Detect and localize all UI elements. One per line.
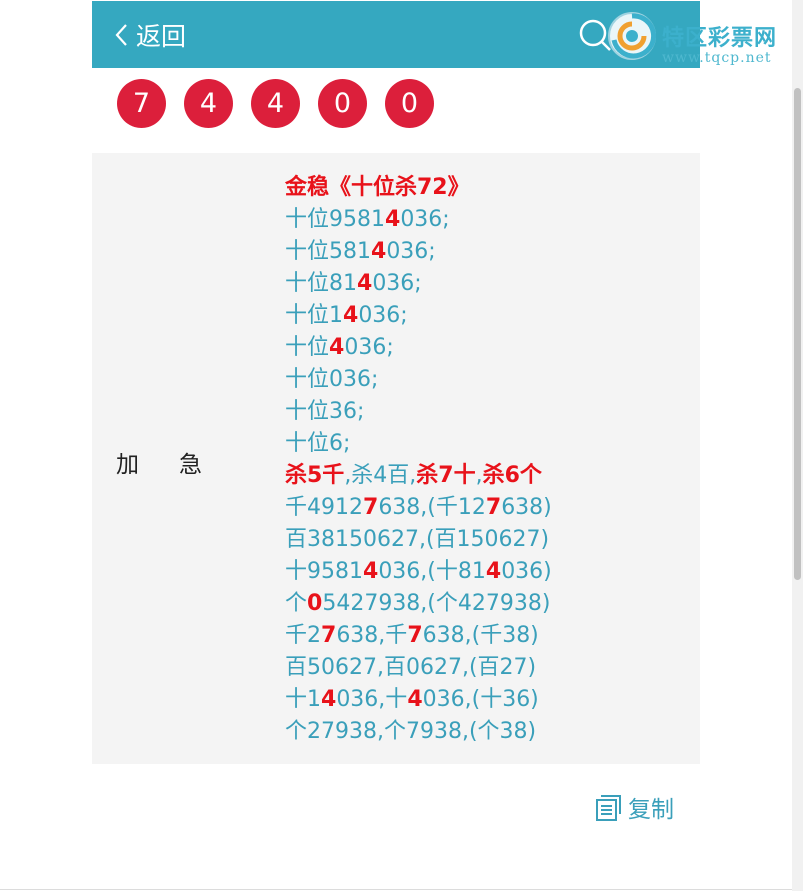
prediction-line: 十95814036,(十814036) xyxy=(285,556,552,588)
line-text: 百38150627,(百150627) xyxy=(285,527,550,552)
prediction-line: 杀5千,杀4百,杀7十,杀6个 xyxy=(285,460,552,492)
prediction-line: 个05427938,(个427938) xyxy=(285,588,552,620)
prediction-line: 十位036; xyxy=(285,364,552,396)
copy-button[interactable]: 复制 xyxy=(594,790,674,824)
highlight-text: 7 xyxy=(485,495,502,520)
line-text: 036) xyxy=(501,559,552,584)
line-text: 千2 xyxy=(285,623,321,648)
prediction-line: 千27638,千7638,(千38) xyxy=(285,620,552,652)
prediction-line: 百50627,百0627,(百27) xyxy=(285,652,552,684)
prediction-line: 十位5814036; xyxy=(285,236,552,268)
line-text: 个27938,个7938,(个38) xyxy=(285,719,537,744)
highlight-text: 金稳《十位杀72》 xyxy=(285,175,470,200)
prediction-line: 十位4036; xyxy=(285,332,552,364)
line-text: 十位 xyxy=(285,335,330,360)
highlight-text: 4 xyxy=(485,559,502,584)
highlight-text: 0 xyxy=(307,591,323,616)
highlight-text: 4 xyxy=(357,271,373,296)
lottery-ball: 4 xyxy=(184,79,233,128)
prediction-line: 十位814036; xyxy=(285,268,552,300)
highlight-text: 7 xyxy=(363,495,379,520)
lottery-balls: 74400 xyxy=(117,79,452,128)
line-text: 036; xyxy=(400,207,450,232)
line-text: 036; xyxy=(386,239,436,264)
prediction-line: 十位6; xyxy=(285,428,552,460)
line-text: 5427938,(个427938) xyxy=(322,591,551,616)
line-text: 036,十 xyxy=(336,687,408,712)
highlight-text: 杀5千 xyxy=(285,463,345,488)
line-text: 十位6; xyxy=(285,431,351,456)
highlight-text: 4 xyxy=(321,687,337,712)
line-text: 036,(十36) xyxy=(422,687,539,712)
scrollbar[interactable] xyxy=(792,0,803,891)
watermark-title: 特区彩票网 xyxy=(662,26,778,51)
highlight-text: 7 xyxy=(407,623,423,648)
highlight-text: 7 xyxy=(321,623,337,648)
content-box: 加急 金稳《十位杀72》 十位95814036; 十位5814036; 十位81403… xyxy=(92,153,700,764)
highlight-text: 4 xyxy=(343,303,359,328)
scrollbar-thumb[interactable] xyxy=(794,88,801,580)
line-text: 十位36; xyxy=(285,399,365,424)
highlight-text: 4 xyxy=(329,335,345,360)
back-label: 返回 xyxy=(136,22,187,51)
line-text: 十位036; xyxy=(285,367,379,392)
line-text: 千4912 xyxy=(285,495,363,520)
watermark: 特区彩票网 www.tqcp.net xyxy=(600,6,803,70)
lottery-ball: 4 xyxy=(251,79,300,128)
watermark-logo-icon xyxy=(608,12,657,60)
line-text: 638) xyxy=(501,495,552,520)
line-text: 036; xyxy=(358,303,408,328)
back-button[interactable]: 返回 xyxy=(114,17,186,53)
prediction-line: 十位36; xyxy=(285,396,552,428)
line-text: 638,千 xyxy=(336,623,408,648)
copy-label: 复制 xyxy=(628,797,674,823)
highlight-text: 4 xyxy=(385,207,401,232)
line-text: 十位1 xyxy=(285,303,343,328)
line-text: 十1 xyxy=(285,687,321,712)
prediction-line: 千49127638,(千127638) xyxy=(285,492,552,524)
watermark-url: www.tqcp.net xyxy=(662,50,772,66)
highlight-text: 杀6个 xyxy=(482,463,542,488)
lottery-ball: 0 xyxy=(318,79,367,128)
line-text: ,杀4百, xyxy=(344,463,417,488)
copy-icon xyxy=(596,795,621,821)
prediction-line: 百38150627,(百150627) xyxy=(285,524,552,556)
line-text: 十位581 xyxy=(285,239,371,264)
prediction-line: 金稳《十位杀72》 xyxy=(285,172,552,204)
line-text: 036; xyxy=(344,335,394,360)
urgent-label: 加急 xyxy=(116,452,242,478)
line-text: 十位81 xyxy=(285,271,357,296)
line-text: 638,(千12 xyxy=(378,495,486,520)
lottery-ball: 7 xyxy=(117,79,166,128)
line-text: 十位9581 xyxy=(285,207,385,232)
prediction-line: 十位95814036; xyxy=(285,204,552,236)
line-text: 百50627,百0627,(百27) xyxy=(285,655,537,680)
chevron-left-icon xyxy=(115,24,127,46)
highlight-text: 4 xyxy=(363,559,379,584)
line-text: 638,(千38) xyxy=(422,623,539,648)
line-text: 036,(十81 xyxy=(378,559,486,584)
highlight-text: 4 xyxy=(407,687,423,712)
line-text: 036; xyxy=(372,271,422,296)
line-text: 十9581 xyxy=(285,559,363,584)
prediction-lines: 金稳《十位杀72》 十位95814036; 十位5814036; 十位814036; 十… xyxy=(285,172,552,748)
prediction-line: 十14036,十4036,(十36) xyxy=(285,684,552,716)
prediction-line: 个27938,个7938,(个38) xyxy=(285,716,552,748)
highlight-text: 杀7十 xyxy=(416,463,476,488)
prediction-line: 十位14036; xyxy=(285,300,552,332)
line-text: , xyxy=(475,463,483,488)
line-text: 个 xyxy=(285,591,308,616)
highlight-text: 4 xyxy=(371,239,387,264)
lottery-ball: 0 xyxy=(385,79,434,128)
